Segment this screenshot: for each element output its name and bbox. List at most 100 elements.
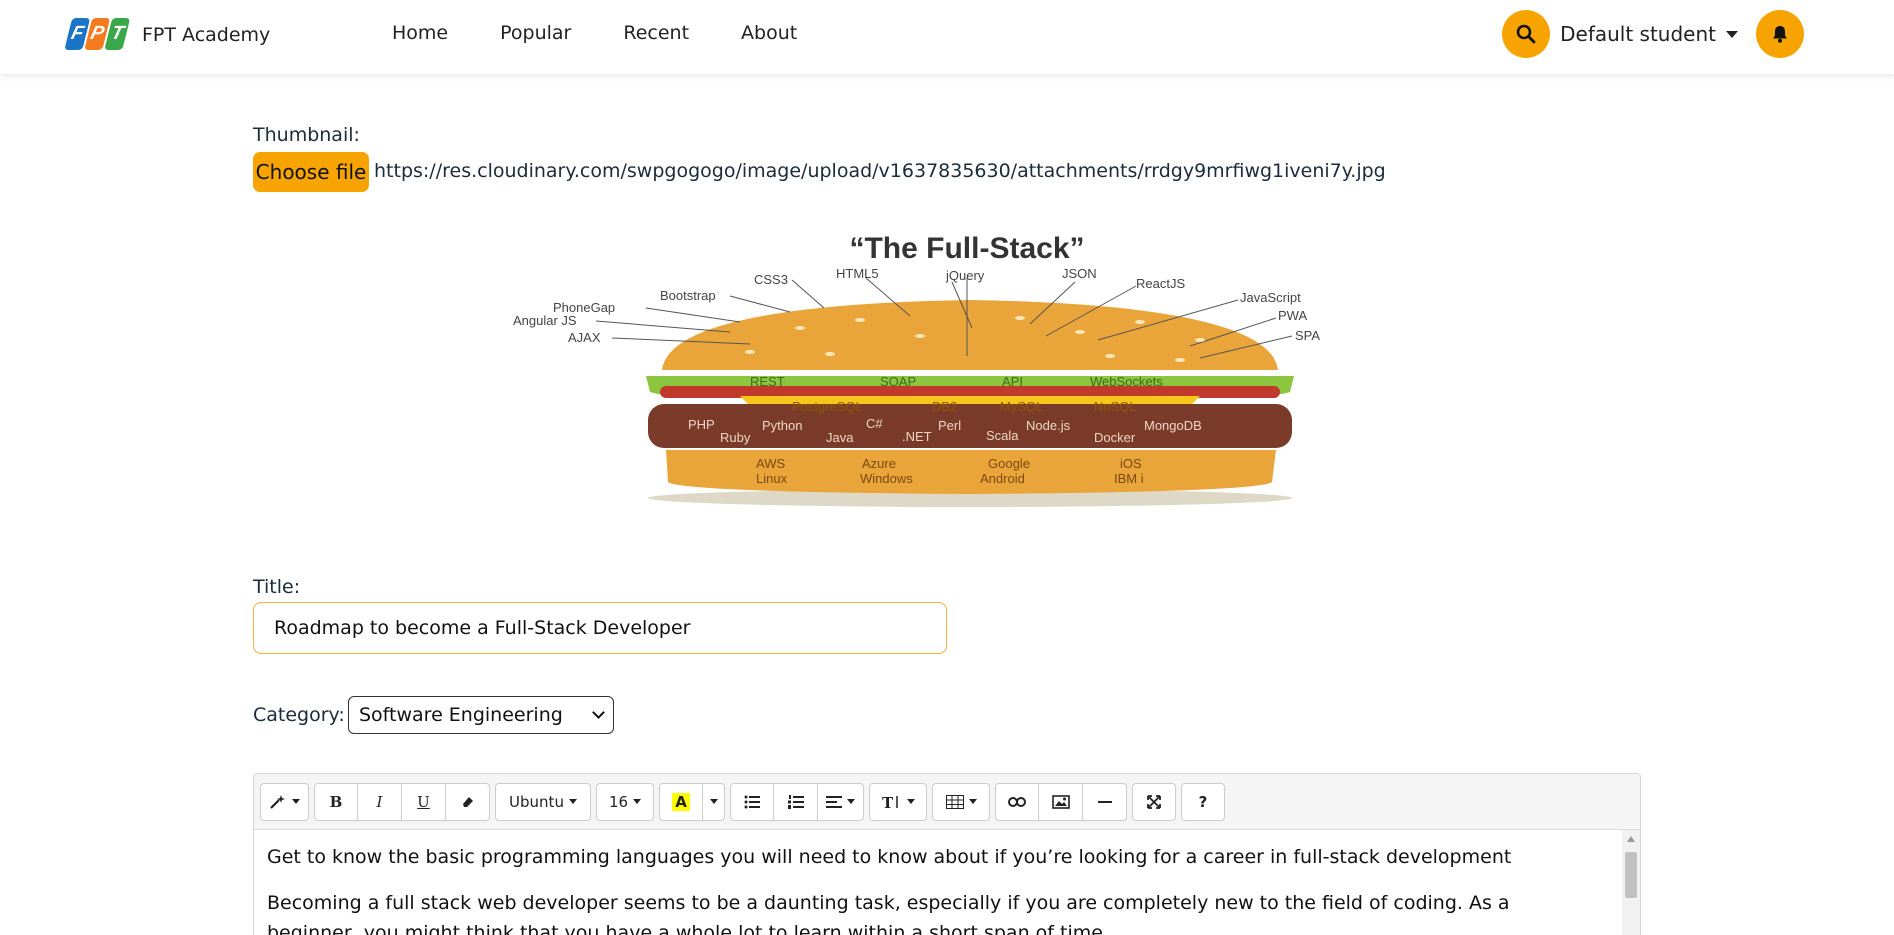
unordered-list-button[interactable] bbox=[730, 782, 774, 821]
ordered-list-button[interactable] bbox=[774, 782, 818, 821]
underline-button[interactable]: U bbox=[402, 782, 446, 821]
text-color-button[interactable]: A bbox=[659, 782, 703, 821]
link-icon bbox=[1008, 796, 1026, 807]
label-perl: Perl bbox=[938, 418, 961, 433]
magic-wand-icon bbox=[270, 794, 285, 809]
italic-button[interactable]: I bbox=[358, 782, 402, 821]
table-icon bbox=[945, 794, 964, 809]
label-python: Python bbox=[762, 418, 802, 433]
expand-icon bbox=[1147, 794, 1161, 809]
label-spa: SPA bbox=[1295, 328, 1320, 343]
font-size-dropdown[interactable]: 16 bbox=[596, 782, 654, 821]
paragraph-align-dropdown[interactable] bbox=[818, 782, 864, 821]
category-select[interactable]: Software Engineering bbox=[348, 696, 614, 734]
search-button[interactable] bbox=[1502, 10, 1551, 58]
editor-paragraph: Becoming a full stack web developer seem… bbox=[267, 892, 1510, 935]
title-input[interactable]: Roadmap to become a Full-Stack Developer bbox=[253, 602, 947, 654]
help-button[interactable]: ? bbox=[1181, 782, 1225, 821]
label-jquery: jQuery bbox=[945, 268, 985, 283]
clear-format-button[interactable] bbox=[446, 782, 490, 821]
bold-button[interactable]: B bbox=[314, 782, 358, 821]
label-google: Google bbox=[988, 456, 1030, 471]
user-dropdown[interactable]: Default student bbox=[1560, 22, 1738, 46]
label-windows: Windows bbox=[860, 471, 913, 486]
label-bootstrap: Bootstrap bbox=[660, 288, 716, 303]
fullscreen-button[interactable] bbox=[1132, 782, 1176, 821]
editor-toolbar: B I U Ubuntu 16 A T ? bbox=[254, 774, 1640, 830]
label-angularjs: Angular JS bbox=[513, 313, 577, 328]
label-css3: CSS3 bbox=[754, 272, 788, 287]
chevron-down-icon bbox=[592, 706, 605, 719]
label-docker: Docker bbox=[1094, 430, 1136, 445]
scroll-up-arrow[interactable] bbox=[1627, 836, 1635, 842]
label-nodejs: Node.js bbox=[1026, 418, 1071, 433]
fpt-logo: F P T bbox=[64, 18, 132, 52]
label-mongodb: MongoDB bbox=[1144, 418, 1202, 433]
insert-link-button[interactable] bbox=[995, 782, 1039, 821]
editor-paragraph: Get to know the basic programming langua… bbox=[267, 846, 1512, 868]
label-java: Java bbox=[826, 430, 854, 445]
bell-icon bbox=[1773, 26, 1787, 43]
text-height-icon: T bbox=[882, 795, 898, 809]
choose-file-button[interactable]: Choose file bbox=[253, 152, 369, 192]
nav-popular[interactable]: Popular bbox=[500, 22, 571, 44]
brand-link[interactable]: F P T FPT Academy bbox=[64, 18, 271, 52]
thumbnail-label: Thumbnail: bbox=[253, 124, 360, 146]
table-dropdown[interactable] bbox=[932, 782, 990, 821]
label-reactjs: ReactJS bbox=[1136, 276, 1185, 291]
text-color-icon: A bbox=[672, 792, 690, 811]
label-websockets: WebSockets bbox=[1090, 374, 1163, 389]
nav-about[interactable]: About bbox=[741, 22, 797, 44]
label-linux: Linux bbox=[756, 471, 788, 486]
category-label: Category: bbox=[253, 704, 345, 726]
label-mysql: MySQL bbox=[1000, 399, 1043, 414]
search-icon bbox=[1516, 24, 1536, 44]
label-scala: Scala bbox=[986, 428, 1019, 443]
nav-home[interactable]: Home bbox=[392, 22, 448, 44]
color-dropdown-button[interactable] bbox=[703, 782, 725, 821]
notifications-button[interactable] bbox=[1756, 10, 1804, 58]
image-icon bbox=[1051, 794, 1070, 809]
label-ajax: AJAX bbox=[568, 330, 601, 345]
label-db2: DB2 bbox=[932, 399, 957, 414]
nav-right: Default student bbox=[1502, 10, 1804, 58]
label-json: JSON bbox=[1062, 266, 1097, 281]
style-dropdown-button[interactable] bbox=[260, 782, 309, 821]
chevron-down-icon bbox=[906, 799, 915, 804]
font-family-value: Ubuntu bbox=[509, 792, 564, 811]
label-soap: SOAP bbox=[880, 374, 916, 389]
top-navbar: F P T FPT Academy Home Popular Recent Ab… bbox=[0, 0, 1894, 74]
label-dotnet: .NET bbox=[902, 429, 932, 444]
label-postgresql: PostgreSQL bbox=[792, 399, 863, 414]
editor-scrollbar[interactable] bbox=[1622, 830, 1640, 935]
thumbnail-file-url: https://res.cloudinary.com/swpgogogo/ima… bbox=[374, 160, 1386, 182]
label-php: PHP bbox=[688, 417, 715, 432]
label-pwa: PWA bbox=[1278, 308, 1307, 323]
brand-name: FPT Academy bbox=[142, 24, 271, 46]
bullet-list-icon bbox=[744, 795, 760, 808]
horizontal-rule-button[interactable] bbox=[1083, 782, 1127, 821]
title-label: Title: bbox=[253, 576, 301, 598]
chevron-down-icon bbox=[292, 799, 300, 804]
insert-image-button[interactable] bbox=[1039, 782, 1083, 821]
rich-text-editor: B I U Ubuntu 16 A T ? Get to know the ba… bbox=[253, 773, 1641, 935]
nav-recent[interactable]: Recent bbox=[623, 22, 689, 44]
label-azure: Azure bbox=[862, 456, 896, 471]
numbered-list-icon bbox=[787, 794, 804, 809]
chevron-down-icon bbox=[709, 799, 718, 804]
category-selected-value: Software Engineering bbox=[359, 704, 563, 726]
svg-text:T: T bbox=[882, 795, 894, 809]
line-height-dropdown[interactable]: T bbox=[869, 782, 927, 821]
scrollbar-thumb[interactable] bbox=[1625, 852, 1637, 898]
eraser-icon bbox=[462, 796, 473, 807]
label-ios: iOS bbox=[1120, 456, 1142, 471]
align-left-icon bbox=[826, 795, 842, 808]
font-size-value: 16 bbox=[608, 792, 629, 811]
chevron-down-icon bbox=[968, 799, 977, 804]
font-family-dropdown[interactable]: Ubuntu bbox=[495, 782, 591, 821]
editor-content[interactable]: Get to know the basic programming langua… bbox=[254, 830, 1640, 935]
user-name: Default student bbox=[1560, 22, 1716, 46]
label-javascript: JavaScript bbox=[1240, 290, 1301, 305]
top-bun bbox=[662, 300, 1278, 370]
minus-icon bbox=[1097, 800, 1112, 803]
